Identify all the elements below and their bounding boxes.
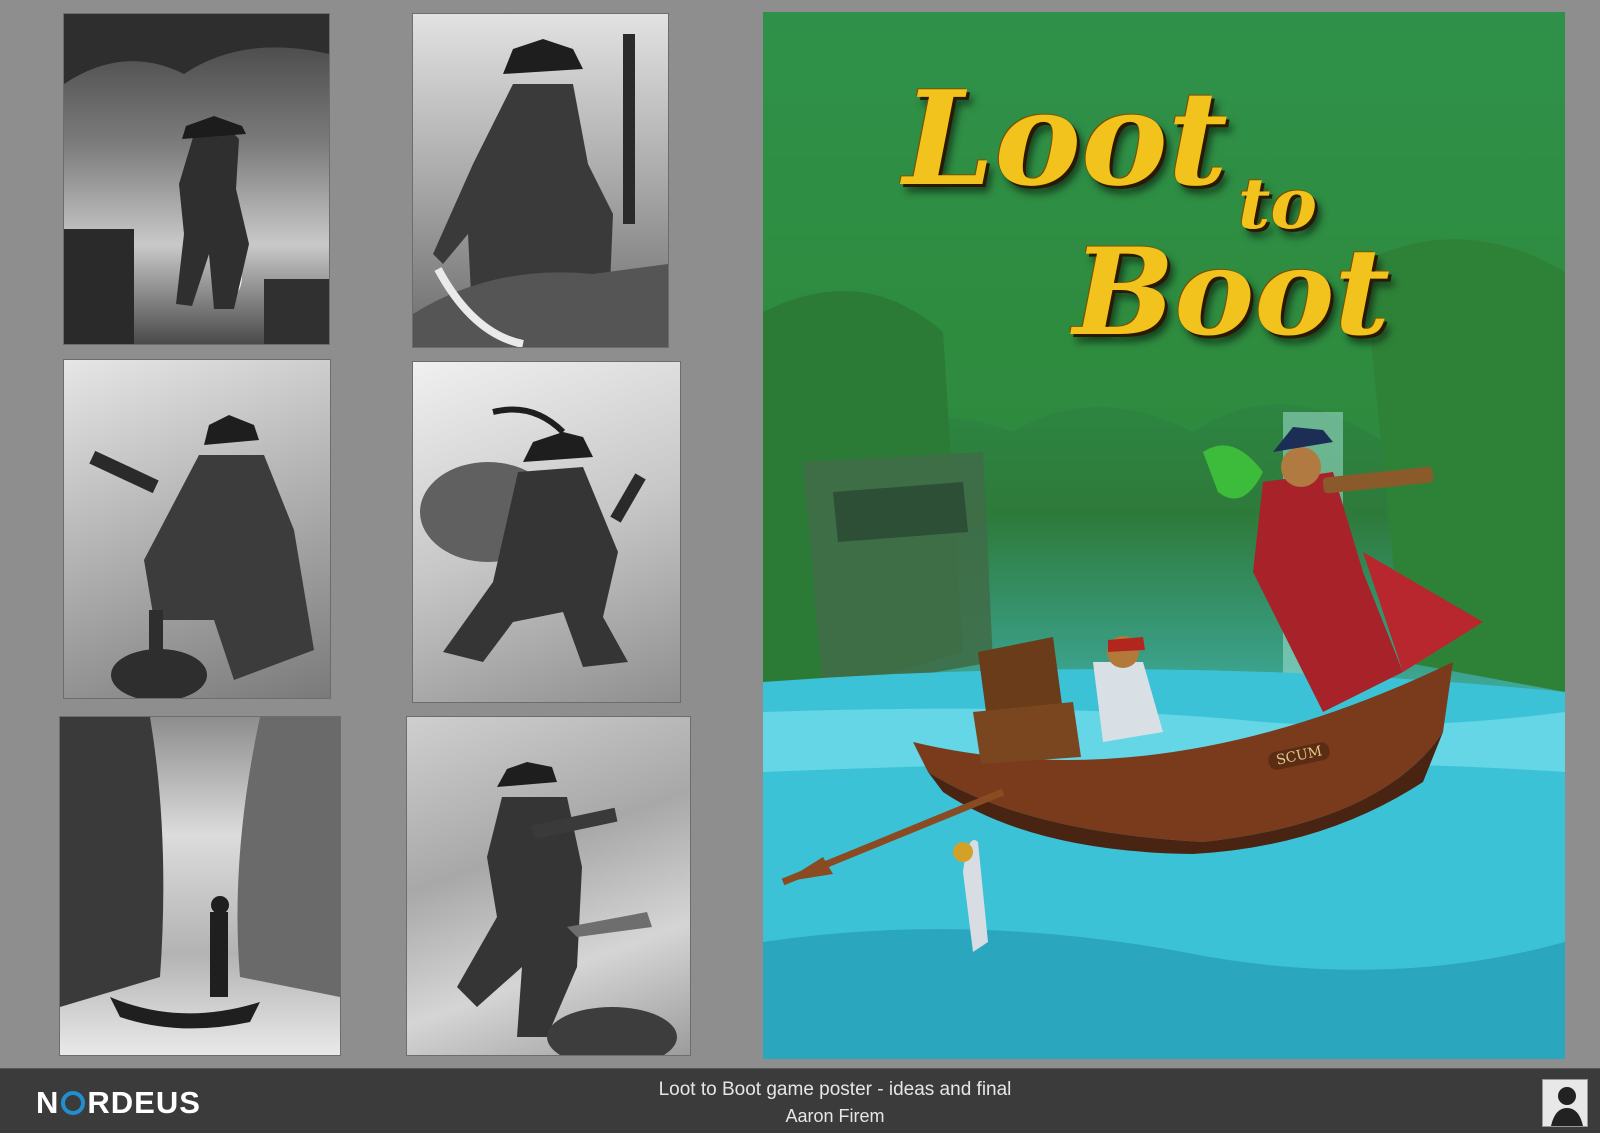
sketch-illustration	[457, 762, 677, 1055]
title-word-loot: Loot	[903, 62, 1228, 215]
poster-title: Loot to Boot	[903, 52, 1423, 392]
footer-bar: N RDEUS Loot to Boot game poster - ideas…	[0, 1068, 1600, 1133]
sketch-pirate-treasure-chest	[64, 14, 329, 344]
sketch-illustration	[420, 406, 646, 667]
title-word-boot: Boot	[1073, 222, 1390, 363]
sketch-pirate-spyglass-barrel	[407, 717, 690, 1055]
caption-author: Aaron Firem	[785, 1106, 885, 1126]
sketch-illustration	[60, 717, 340, 1029]
final-poster: Loot to Boot SCUM	[763, 12, 1565, 1059]
avatar-silhouette-icon	[1551, 1087, 1583, 1126]
sketch-illustration	[413, 34, 668, 347]
sketch-pirate-peg-leg-barrel	[64, 360, 330, 698]
sketch-pirate-musket	[413, 14, 668, 347]
sketch-illustration	[89, 415, 314, 698]
sketch-rowboat-canyon	[60, 717, 340, 1055]
author-avatar	[1542, 1079, 1588, 1127]
sketch-pirate-sack-pistol	[413, 362, 680, 702]
caption-title: Loot to Boot game poster - ideas and fin…	[658, 1079, 1012, 1100]
sketch-illustration	[64, 14, 329, 344]
